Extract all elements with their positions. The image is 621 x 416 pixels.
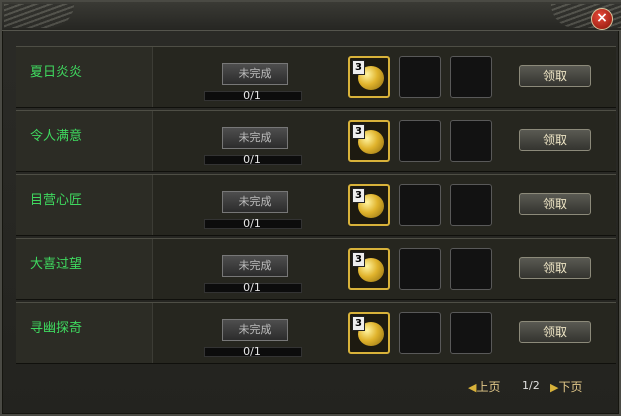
task-row: 寻幽探奇 未完成 0/1 3 领取 <box>16 302 616 364</box>
empty-slot <box>399 56 441 98</box>
task-name-cell: 令人满意 <box>16 111 153 171</box>
empty-slot <box>450 184 492 226</box>
task-row: 大喜过望 未完成 0/1 3 领取 <box>16 238 616 300</box>
task-name: 大喜过望 <box>30 257 83 272</box>
empty-slot <box>399 184 441 226</box>
task-row: 令人满意 未完成 0/1 3 领取 <box>16 110 616 172</box>
status-button: 未完成 <box>222 191 288 213</box>
reward-count: 3 <box>352 60 365 75</box>
claim-button[interactable]: 领取 <box>519 257 591 279</box>
reward-slot[interactable]: 3 <box>348 56 390 98</box>
next-page-label: 下页 <box>558 380 583 394</box>
task-name-cell: 大喜过望 <box>16 239 153 299</box>
empty-slot <box>450 120 492 162</box>
reward-slot[interactable]: 3 <box>348 312 390 354</box>
status-button: 未完成 <box>222 319 288 341</box>
title-bar: × <box>2 2 621 31</box>
reward-count: 3 <box>352 188 365 203</box>
claim-button[interactable]: 领取 <box>519 193 591 215</box>
reward-slot[interactable]: 3 <box>348 248 390 290</box>
reward-slot[interactable]: 3 <box>348 184 390 226</box>
task-name: 令人满意 <box>30 129 83 144</box>
prev-page-label: 上页 <box>476 380 501 394</box>
task-row: 夏日炎炎 未完成 0/1 3 领取 <box>16 46 616 108</box>
empty-slot <box>399 248 441 290</box>
close-icon[interactable]: × <box>591 8 613 30</box>
claim-button[interactable]: 领取 <box>519 65 591 87</box>
prev-page-button[interactable]: ◀上页 <box>468 378 500 395</box>
task-name-cell: 寻幽探奇 <box>16 303 153 363</box>
reward-count: 3 <box>352 316 365 331</box>
empty-slot <box>450 312 492 354</box>
progress-text: 0/1 <box>243 153 261 166</box>
page-indicator: 1/2 <box>522 379 540 392</box>
empty-slot <box>450 56 492 98</box>
task-name-cell: 目营心匠 <box>16 175 153 235</box>
empty-slot <box>450 248 492 290</box>
next-page-button[interactable]: ▶下页 <box>550 378 582 395</box>
pagination: ◀上页 1/2 ▶下页 <box>2 372 621 402</box>
reward-slot[interactable]: 3 <box>348 120 390 162</box>
task-name: 夏日炎炎 <box>30 65 83 80</box>
task-name: 目营心匠 <box>30 193 83 208</box>
status-button: 未完成 <box>222 255 288 277</box>
claim-button[interactable]: 领取 <box>519 129 591 151</box>
task-row: 目营心匠 未完成 0/1 3 领取 <box>16 174 616 236</box>
status-button: 未完成 <box>222 63 288 85</box>
task-name-cell: 夏日炎炎 <box>16 47 153 107</box>
claim-button[interactable]: 领取 <box>519 321 591 343</box>
empty-slot <box>399 120 441 162</box>
reward-count: 3 <box>352 124 365 139</box>
empty-slot <box>399 312 441 354</box>
quest-panel: × 夏日炎炎 未完成 0/1 3 领取 令人满意 未完成 0/1 3 领取 目营… <box>0 0 621 416</box>
progress-text: 0/1 <box>243 217 261 230</box>
wing-ornament-left <box>4 4 74 28</box>
progress-text: 0/1 <box>243 89 261 102</box>
progress-text: 0/1 <box>243 345 261 358</box>
status-button: 未完成 <box>222 127 288 149</box>
progress-text: 0/1 <box>243 281 261 294</box>
task-name: 寻幽探奇 <box>30 321 83 336</box>
reward-count: 3 <box>352 252 365 267</box>
